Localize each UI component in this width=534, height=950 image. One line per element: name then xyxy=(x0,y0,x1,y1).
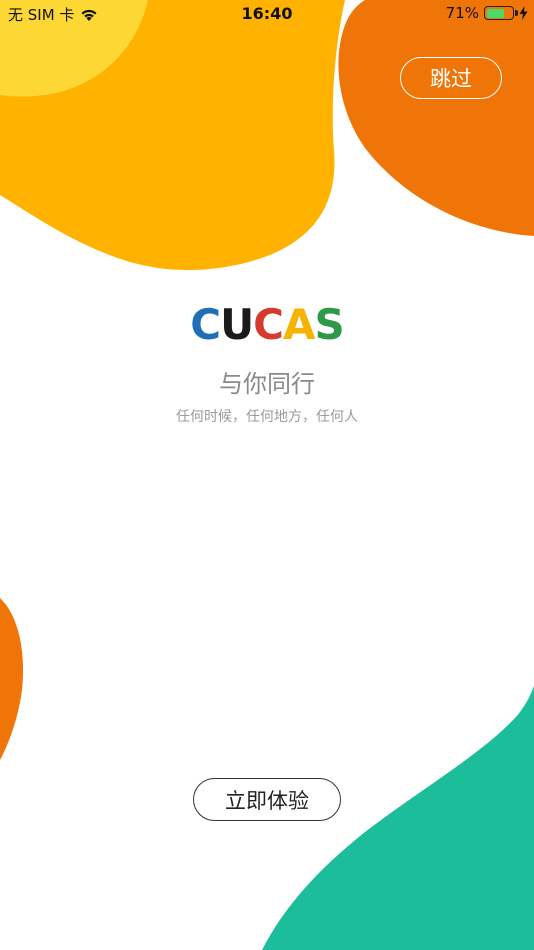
start-experience-button[interactable]: 立即体验 xyxy=(193,778,341,821)
status-right: 71% xyxy=(446,4,528,22)
battery-icon xyxy=(484,6,518,20)
logo-letter-1: U xyxy=(220,300,254,349)
charging-bolt-icon xyxy=(519,6,528,20)
skip-button[interactable]: 跳过 xyxy=(400,57,502,99)
slogan: 与你同行 xyxy=(219,370,315,398)
logo-letter-2: C xyxy=(253,300,284,349)
sub-slogan: 任何时候，任何地方，任何人 xyxy=(176,409,358,425)
splash-screen: 无 SIM 卡 16:40 71% 跳过 CUCAS 与你同行 任何时候，任何地… xyxy=(0,0,534,950)
logo-letter-4: S xyxy=(314,300,345,349)
status-bar: 无 SIM 卡 16:40 71% xyxy=(0,0,534,28)
battery-cap xyxy=(515,10,518,16)
logo-letter-0: C xyxy=(190,300,221,349)
orange-top-blob xyxy=(338,0,534,236)
battery-level-fill xyxy=(486,8,505,18)
battery-percent: 71% xyxy=(445,4,479,22)
orange-left-blob xyxy=(0,598,24,760)
logo-letter-3: A xyxy=(283,300,316,349)
cucas-logo: CUCAS xyxy=(0,300,534,350)
